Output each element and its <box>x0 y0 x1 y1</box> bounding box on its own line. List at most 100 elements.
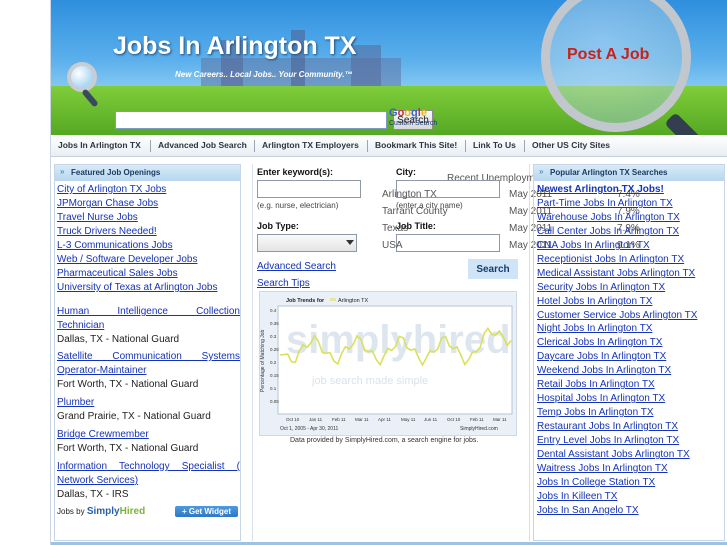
trend-caption: Data provided by SimplyHired.com, a sear… <box>290 437 479 444</box>
nav-separator <box>150 140 151 152</box>
popular-link[interactable]: Clerical Jobs In Arlington TX <box>537 337 662 348</box>
y-tick-label: 0.15 <box>270 373 279 378</box>
google-letter: G <box>389 107 398 119</box>
job-title-link[interactable]: Information Technology Specialist ( <box>57 461 240 472</box>
y-tick-label: 0.25 <box>270 347 279 352</box>
popular-link[interactable]: Waitress Jobs In Arlington TX <box>537 463 668 474</box>
nav-item-employers[interactable]: Arlington TX Employers <box>262 140 359 150</box>
job-title-link[interactable]: Technician <box>57 320 104 331</box>
job-company: IRS <box>111 489 129 500</box>
popular-link[interactable]: Security Jobs In Arlington TX <box>537 282 665 293</box>
unemployment-area: Texas <box>382 223 409 234</box>
featured-link[interactable]: Web / Software Developer Jobs <box>57 254 197 265</box>
double-chevron-icon: » <box>60 167 65 176</box>
popular-link[interactable]: Call Center Jobs In Arlington TX <box>537 226 679 237</box>
popular-link[interactable]: Part-Time Jobs In Arlington TX <box>537 198 673 209</box>
search-tips-link[interactable]: Search Tips <box>257 278 310 289</box>
top-nav: Jobs In Arlington TX Advanced Job Search… <box>51 135 727 157</box>
popular-link[interactable]: Temp Jobs In Arlington TX <box>537 407 654 418</box>
featured-link[interactable]: Travel Nurse Jobs <box>57 212 138 223</box>
magnifier-small-icon <box>67 62 97 92</box>
job-company: National Guard <box>131 443 199 454</box>
page: { "header": { "title": "Jobs In Arlingto… <box>0 0 727 545</box>
job-title-link[interactable]: Network Services) <box>57 475 138 486</box>
job-meta: Fort Worth, TX - National Guard <box>57 443 199 454</box>
popular-link[interactable]: Hospital Jobs In Arlington TX <box>537 393 665 404</box>
trend-title: Job Trends for <box>286 298 325 304</box>
job-type-select[interactable] <box>257 234 357 252</box>
popular-link[interactable]: CNA Jobs In Arlington TX <box>537 240 650 251</box>
featured-link[interactable]: L-3 Communications Jobs <box>57 240 173 251</box>
get-widget-button[interactable]: + Get Widget <box>175 506 238 517</box>
popular-link[interactable]: Medical Assistant Jobs Arlington TX <box>537 268 695 279</box>
unemployment-area: Tarrant County <box>382 206 448 217</box>
nav-item-link-to-us[interactable]: Link To Us <box>473 140 516 150</box>
job-location: Dallas, TX <box>57 489 103 500</box>
x-tick-label: Feb 11 <box>332 417 346 422</box>
job-location: Fort Worth, TX <box>57 379 123 390</box>
job-title-link[interactable]: Satellite Communication Systems <box>57 351 240 362</box>
featured-link[interactable]: City of Arlington TX Jobs <box>57 184 166 195</box>
job-meta: Dallas, TX - IRS <box>57 489 129 500</box>
featured-heading: » Featured Job Openings <box>55 165 240 181</box>
nav-item-bookmark[interactable]: Bookmark This Site! <box>375 140 457 150</box>
x-tick-label: Feb 11 <box>470 417 484 422</box>
popular-heading-text: Popular Arlington TX Searches <box>550 168 668 177</box>
job-title-link[interactable]: Plumber <box>57 397 94 408</box>
popular-link[interactable]: Jobs In College Station TX <box>537 477 655 488</box>
job-title-input[interactable] <box>396 234 500 252</box>
featured-link[interactable]: Pharmaceutical Sales Jobs <box>57 268 178 279</box>
popular-link[interactable]: Newest Arlington TX Jobs! <box>537 184 664 195</box>
nav-item-home[interactable]: Jobs In Arlington TX <box>58 140 141 150</box>
job-title-link[interactable]: Bridge Crewmember <box>57 429 149 440</box>
keyword-hint: (e.g. nurse, electrician) <box>257 201 339 210</box>
popular-link[interactable]: Restaurant Jobs In Arlington TX <box>537 421 678 432</box>
popular-link[interactable]: Customer Service Jobs Arlington TX <box>537 310 697 321</box>
job-company: National Guard <box>143 411 211 422</box>
popular-link[interactable]: Weekend Jobs In Arlington TX <box>537 365 671 376</box>
nav-separator <box>465 140 466 152</box>
popular-link[interactable]: Entry Level Jobs In Arlington TX <box>537 435 679 446</box>
x-tick-labels: Oct 10 Jan 11 Feb 11 Mar 11 Apr 11 May 11 Jun … <box>286 417 507 422</box>
y-tick-label: 0.05 <box>270 399 279 404</box>
job-title-link[interactable]: Operator-Maintainer <box>57 365 146 376</box>
x-tick-label: May 11 <box>401 417 416 422</box>
x-tick-label: Mar 11 <box>493 417 507 422</box>
featured-link[interactable]: Truck Drivers Needed! <box>57 226 157 237</box>
keyword-input[interactable] <box>257 180 361 198</box>
unemployment-area: USA <box>382 240 403 251</box>
popular-link[interactable]: Warehouse Jobs In Arlington TX <box>537 212 680 223</box>
nav-item-other-cities[interactable]: Other US City Sites <box>532 140 610 150</box>
job-location: Fort Worth, TX <box>57 443 123 454</box>
nav-separator <box>524 140 525 152</box>
popular-link[interactable]: Jobs In San Angelo TX <box>537 505 639 516</box>
popular-link[interactable]: Receptionist Jobs In Arlington TX <box>537 254 684 265</box>
popular-link[interactable]: Retail Jobs In Arlington TX <box>537 379 655 390</box>
nav-item-advanced-search[interactable]: Advanced Job Search <box>158 140 247 150</box>
site-title[interactable]: Jobs In Arlington TX <box>113 32 357 61</box>
popular-link[interactable]: Night Jobs In Arlington TX <box>537 323 652 334</box>
job-type-label: Job Type: <box>257 221 299 231</box>
popular-link[interactable]: Hotel Jobs In Arlington TX <box>537 296 652 307</box>
featured-link[interactable]: JPMorgan Chase Jobs <box>57 198 158 209</box>
chevron-down-icon <box>346 240 354 245</box>
featured-link[interactable]: University of Texas at Arlington Jobs <box>57 282 217 293</box>
job-meta: Dallas, TX - National Guard <box>57 334 180 345</box>
popular-link[interactable]: Dental Assistant Jobs Arlington TX <box>537 449 690 460</box>
jobs-by-simplyhired[interactable]: Jobs by SimplyHired <box>57 506 145 517</box>
x-tick-label: Apr 11 <box>378 417 391 422</box>
job-title-link[interactable]: Human Intelligence Collection <box>57 306 240 317</box>
advanced-search-link[interactable]: Advanced Search <box>257 261 336 272</box>
popular-link[interactable]: Daycare Jobs In Arlington TX <box>537 351 666 362</box>
x-tick-label: Jan 11 <box>309 417 323 422</box>
trend-legend: Arlington TX <box>338 298 368 304</box>
job-company: National Guard <box>131 379 199 390</box>
post-job-link[interactable]: Post A Job <box>567 46 649 64</box>
site-search-input[interactable] <box>115 111 387 129</box>
job-search-button[interactable]: Search <box>468 259 518 279</box>
popular-link[interactable]: Jobs In Killeen TX <box>537 491 617 502</box>
hired-logo-text: Hired <box>119 506 146 517</box>
nav-separator <box>367 140 368 152</box>
x-tick-label: Jun 11 <box>424 417 438 422</box>
y-tick-label: 0.35 <box>270 321 279 326</box>
